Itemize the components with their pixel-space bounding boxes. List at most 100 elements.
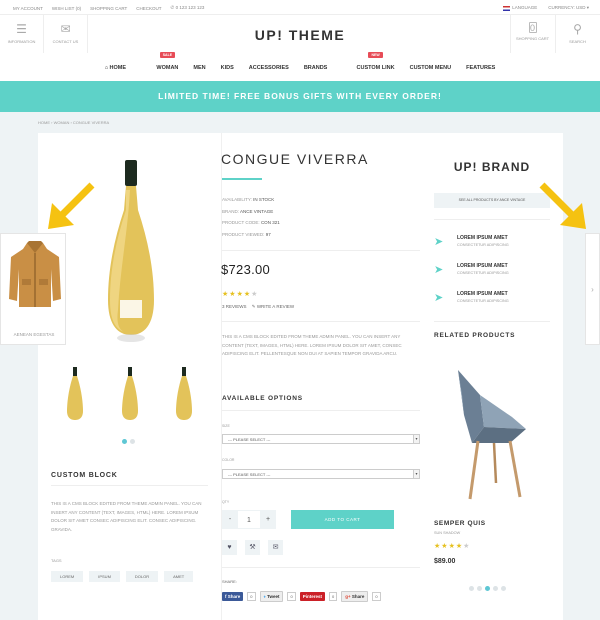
my-account-link[interactable]: MY ACCOUNT bbox=[13, 6, 43, 11]
social-share: f Share 0 ♦ Tweet 0 Pinterest 0 g+ Share… bbox=[222, 591, 381, 602]
related-product-price: $89.00 bbox=[434, 558, 456, 565]
nav-item-men[interactable]: MEN bbox=[193, 65, 205, 71]
reviews-link[interactable]: 3 REVIEWS bbox=[222, 304, 247, 309]
add-to-cart-button[interactable]: ADD TO CART bbox=[291, 510, 394, 529]
search-button[interactable]: ⚲ SEARCH bbox=[555, 15, 599, 53]
pager-dot-4[interactable] bbox=[493, 586, 498, 591]
facebook-share-button[interactable]: f Share bbox=[222, 592, 244, 601]
tag-lorem[interactable]: LOREM bbox=[51, 571, 84, 582]
nav-item-brands[interactable]: BRANDS bbox=[304, 65, 328, 71]
currency-label: CURRENCY: USD bbox=[548, 5, 586, 10]
feature-subtitle: CONSECTETUR ADIPISCING bbox=[457, 243, 509, 247]
color-select-value: --- PLEASE SELECT --- bbox=[228, 472, 271, 477]
color-label: COLOR bbox=[222, 458, 235, 462]
size-select[interactable]: --- PLEASE SELECT --- ▾ bbox=[222, 434, 420, 444]
promo-banner[interactable]: LIMITED TIME! FREE BONUS GIFTS WITH EVER… bbox=[0, 81, 600, 112]
google-share-button[interactable]: g+ Share bbox=[341, 591, 369, 602]
pager-dot-2[interactable] bbox=[130, 439, 135, 444]
next-product-arrow[interactable]: › bbox=[585, 233, 600, 345]
wishlist-button[interactable]: ♥ bbox=[222, 540, 237, 555]
checkout-link[interactable]: CHECKOUT bbox=[136, 6, 161, 11]
related-product-image[interactable] bbox=[450, 365, 532, 501]
nav-item-custom-link[interactable]: NEW CUSTOM LINK bbox=[342, 52, 395, 71]
breadcrumb-home[interactable]: HOME bbox=[38, 120, 50, 125]
google-share-count: 0 bbox=[372, 592, 381, 601]
related-product-rating: ★★★★★ bbox=[434, 542, 470, 550]
nav-item-custom-menu[interactable]: CUSTOM MENU bbox=[410, 65, 451, 71]
google-plus-icon: g+ bbox=[345, 594, 352, 599]
custom-block-text: THIS IS A CMS BLOCK EDITED FROM THEME AD… bbox=[51, 501, 202, 532]
availability-value: IN STOCK bbox=[253, 197, 275, 202]
compare-button[interactable]: ⚒ bbox=[245, 540, 260, 555]
feature-title: LOREM IPSUM AMET bbox=[457, 291, 508, 297]
nav-item-accessories[interactable]: ACCESSORIES bbox=[249, 65, 289, 71]
pager-dot-3[interactable] bbox=[485, 586, 490, 591]
product-panel: CUSTOM BLOCK THIS IS A CMS BLOCK EDITED … bbox=[38, 133, 563, 620]
qty-plus-button[interactable]: + bbox=[260, 510, 276, 529]
language-selector[interactable]: LANGUAGE bbox=[503, 5, 537, 11]
nav-home-label: HOME bbox=[109, 65, 127, 71]
thumbnail-2[interactable] bbox=[120, 363, 140, 423]
size-label: SIZE bbox=[222, 424, 230, 428]
brand-link[interactable]: ANCE VINTAGE bbox=[240, 209, 273, 214]
feature-item: ➤ LOREM IPSUM AMET CONSECTETUR ADIPISCIN… bbox=[434, 234, 550, 254]
star-icon: ★ bbox=[236, 291, 244, 298]
search-icon: ⚲ bbox=[573, 22, 582, 36]
tag-amet[interactable]: AMET bbox=[164, 571, 194, 582]
nav-item-features[interactable]: FEATURES bbox=[466, 65, 495, 71]
divider bbox=[222, 321, 420, 322]
product-image[interactable] bbox=[104, 160, 158, 345]
pager-dot-2[interactable] bbox=[477, 586, 482, 591]
viewed-label: PRODUCT VIEWED: bbox=[222, 231, 265, 237]
tag-ipsum[interactable]: IPSUM bbox=[89, 571, 120, 582]
facebook-share-label: Share bbox=[227, 594, 241, 599]
tweet-button[interactable]: ♦ Tweet bbox=[259, 591, 284, 602]
feature-title: LOREM IPSUM AMET bbox=[457, 263, 508, 269]
viewed-row: PRODUCT VIEWED: 97 bbox=[222, 229, 280, 241]
write-review-link[interactable]: ✎ WRITE A REVIEW bbox=[252, 304, 294, 309]
brand-logo[interactable]: UP! BRAND bbox=[434, 160, 550, 174]
side-product-card[interactable]: AENEAN EGESTAS bbox=[0, 233, 66, 345]
available-options-title: AVAILABLE OPTIONS bbox=[222, 395, 303, 402]
breadcrumb-woman[interactable]: WOMAN bbox=[54, 120, 70, 125]
color-select[interactable]: --- PLEASE SELECT --- ▾ bbox=[222, 469, 420, 479]
divider bbox=[222, 250, 420, 251]
paper-plane-icon: ➤ bbox=[434, 264, 444, 276]
thumbnail-3[interactable] bbox=[174, 363, 194, 423]
pager-dot-5[interactable] bbox=[501, 586, 506, 591]
google-share-label: Share bbox=[351, 594, 365, 599]
thumbnail-1[interactable] bbox=[65, 363, 85, 423]
tags-label: TAGS bbox=[51, 558, 62, 563]
heart-icon: ♥ bbox=[227, 544, 232, 551]
wishlist-link[interactable]: WISH LIST (0) bbox=[52, 6, 81, 11]
pager-dot-1[interactable] bbox=[122, 439, 127, 444]
qty-input[interactable]: 1 bbox=[238, 510, 260, 529]
pinterest-button[interactable]: Pinterest bbox=[299, 592, 325, 601]
nav-item-home[interactable]: ⌂ HOME bbox=[105, 65, 126, 71]
code-row: PRODUCT CODE: CON 321 bbox=[222, 217, 280, 229]
tweet-label: Tweet bbox=[267, 594, 280, 599]
tag-dolor[interactable]: DOLOR bbox=[125, 571, 159, 582]
annotation-arrow-right bbox=[539, 182, 586, 229]
currency-selector[interactable]: CURRENCY: USD ▾ bbox=[548, 5, 589, 11]
pager-dot-1[interactable] bbox=[469, 586, 474, 591]
qty-minus-button[interactable]: - bbox=[222, 510, 238, 529]
email-button[interactable]: ✉ bbox=[268, 540, 283, 555]
tweet-count: 0 bbox=[287, 592, 296, 601]
breadcrumb-current: CONGUE VIVERRA bbox=[72, 120, 110, 125]
feature-subtitle: CONSECTETUR ADIPISCING bbox=[457, 299, 509, 303]
compare-icon: ⚒ bbox=[249, 544, 256, 551]
availability-label: AVAILABILITY: bbox=[222, 197, 252, 202]
feature-title: LOREM IPSUM AMET bbox=[457, 235, 508, 241]
share-label: SHARE: bbox=[222, 579, 237, 584]
annotation-arrow-left bbox=[48, 182, 95, 229]
see-all-products-button[interactable]: SEE ALL PRODUCTS BY ANCE VINTAGE bbox=[434, 193, 550, 208]
related-product-name[interactable]: SEMPER QUIS bbox=[434, 520, 486, 527]
shopping-cart-link[interactable]: SHOPPING CART bbox=[90, 6, 127, 11]
nav-item-kids[interactable]: KIDS bbox=[221, 65, 234, 71]
qty-label: QTY bbox=[222, 500, 230, 504]
cart-button[interactable]: 0 SHOPPING CART bbox=[510, 15, 554, 53]
nav-item-woman[interactable]: SALE WOMAN bbox=[141, 52, 178, 71]
product-price: $723.00 bbox=[221, 262, 271, 277]
facebook-count: 0 bbox=[247, 592, 256, 601]
